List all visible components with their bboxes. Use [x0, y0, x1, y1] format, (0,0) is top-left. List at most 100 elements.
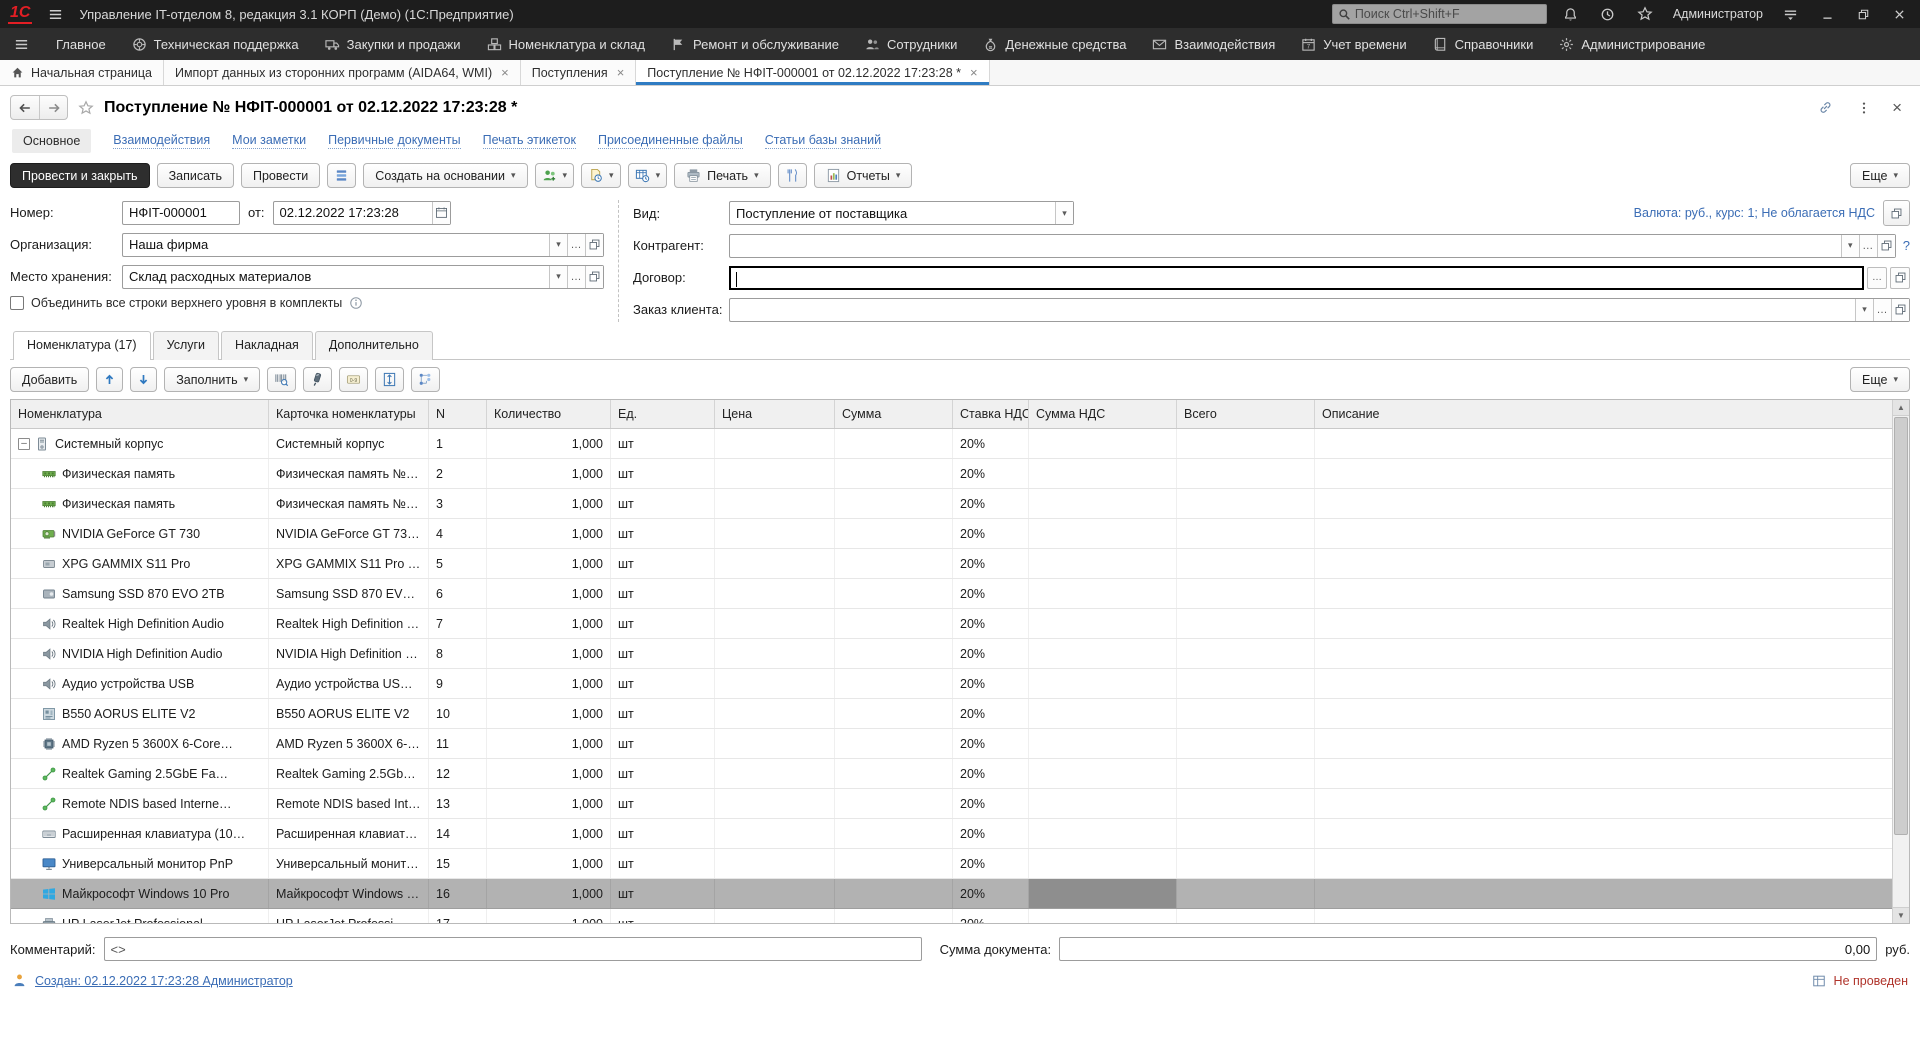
cell-5[interactable] — [715, 759, 835, 788]
column-header-8[interactable]: Ставка НДС — [953, 400, 1029, 428]
cell-nomenclature[interactable]: Физическая память — [11, 459, 269, 488]
restore-icon[interactable] — [1850, 8, 1876, 21]
menubar-item-repair-service[interactable]: Ремонт и обслуживание — [658, 28, 852, 60]
choose-icon[interactable]: … — [1859, 235, 1877, 257]
combine-kits-checkbox[interactable] — [10, 296, 24, 310]
main-menu-icon[interactable] — [42, 7, 69, 22]
cell-4[interactable]: шт — [611, 639, 715, 668]
cell-4[interactable]: шт — [611, 729, 715, 758]
cell-6[interactable] — [835, 429, 953, 458]
cell-1[interactable]: Физическая память №… — [269, 489, 429, 518]
cell-3[interactable]: 1,000 — [487, 459, 611, 488]
cell-nomenclature[interactable]: Физическая память — [11, 489, 269, 518]
cell-5[interactable] — [715, 699, 835, 728]
nav-link-notes[interactable]: Мои заметки — [232, 133, 306, 149]
cell-2[interactable]: 17 — [429, 909, 487, 924]
cell-3[interactable]: 1,000 — [487, 879, 611, 908]
cell-7[interactable]: 20% — [953, 639, 1029, 668]
scrollbar-thumb[interactable] — [1894, 417, 1908, 835]
cell-10[interactable] — [1315, 789, 1892, 818]
cell-8[interactable] — [1029, 669, 1177, 698]
table-row[interactable]: B550 AORUS ELITE V2B550 AORUS ELITE V210… — [11, 699, 1892, 729]
cell-9[interactable] — [1177, 429, 1315, 458]
cell-4[interactable]: шт — [611, 519, 715, 548]
cell-6[interactable] — [835, 849, 953, 878]
table-row[interactable]: HP LaserJet Professional…HP LaserJet Pro… — [11, 909, 1892, 924]
cell-4[interactable]: шт — [611, 909, 715, 924]
nav-link-kb-articles[interactable]: Статьи базы знаний — [765, 133, 881, 149]
cell-6[interactable] — [835, 489, 953, 518]
cell-8[interactable] — [1029, 819, 1177, 848]
nav-link-primary-docs[interactable]: Первичные документы — [328, 133, 460, 149]
cell-8[interactable] — [1029, 789, 1177, 818]
cell-5[interactable] — [715, 789, 835, 818]
cell-7[interactable]: 20% — [953, 609, 1029, 638]
cell-6[interactable] — [835, 789, 953, 818]
cell-1[interactable]: AMD Ryzen 5 3600X 6-… — [269, 729, 429, 758]
nav-link-attached-files[interactable]: Присоединенные файлы — [598, 133, 743, 149]
cell-nomenclature[interactable]: Samsung SSD 870 EVO 2TB — [11, 579, 269, 608]
menubar-item-references[interactable]: Справочники — [1420, 28, 1547, 60]
cell-9[interactable] — [1177, 759, 1315, 788]
cell-nomenclature[interactable]: B550 AORUS ELITE V2 — [11, 699, 269, 728]
cell-7[interactable]: 20% — [953, 789, 1029, 818]
cell-nomenclature[interactable]: –Системный корпус — [11, 429, 269, 458]
cell-8[interactable] — [1029, 549, 1177, 578]
cell-8[interactable] — [1029, 729, 1177, 758]
tab-home[interactable]: Начальная страница — [0, 60, 164, 85]
cell-6[interactable] — [835, 909, 953, 924]
get-link-icon[interactable] — [1811, 100, 1840, 115]
cell-10[interactable] — [1315, 909, 1892, 924]
date-input[interactable] — [274, 202, 432, 224]
cell-5[interactable] — [715, 909, 835, 924]
cell-1[interactable]: Realtek High Definition … — [269, 609, 429, 638]
tab-import-aida64[interactable]: Импорт данных из сторонних программ (AID… — [164, 60, 521, 85]
barcode-search-button[interactable] — [267, 367, 296, 392]
cell-2[interactable]: 11 — [429, 729, 487, 758]
cell-nomenclature[interactable]: Универсальный монитор PnP — [11, 849, 269, 878]
created-link[interactable]: Создан: 02.12.2022 17:23:28 Администрато… — [35, 974, 293, 988]
cell-9[interactable] — [1177, 489, 1315, 518]
table-row[interactable]: Универсальный монитор PnPУниверсальный м… — [11, 849, 1892, 879]
cell-5[interactable] — [715, 849, 835, 878]
open-icon[interactable] — [1891, 299, 1909, 321]
cell-2[interactable]: 13 — [429, 789, 487, 818]
cell-5[interactable] — [715, 729, 835, 758]
cell-4[interactable]: шт — [611, 549, 715, 578]
cell-1[interactable]: NVIDIA GeForce GT 73… — [269, 519, 429, 548]
cell-1[interactable]: Системный корпус — [269, 429, 429, 458]
cell-10[interactable] — [1315, 879, 1892, 908]
cell-4[interactable]: шт — [611, 459, 715, 488]
fill-button[interactable]: Заполнить▾ — [164, 367, 260, 392]
cell-6[interactable] — [835, 639, 953, 668]
cell-5[interactable] — [715, 489, 835, 518]
column-header-3[interactable]: N — [429, 400, 487, 428]
print-button[interactable]: Печать▾ — [674, 163, 770, 188]
calendar-picker-icon[interactable] — [432, 202, 450, 224]
cell-3[interactable]: 1,000 — [487, 849, 611, 878]
cell-1[interactable]: Расширенная клавиат… — [269, 819, 429, 848]
column-header-5[interactable]: Ед. — [611, 400, 715, 428]
cell-5[interactable] — [715, 549, 835, 578]
dropdown-icon[interactable]: ▾ — [1841, 235, 1859, 257]
cell-nomenclature[interactable]: NVIDIA GeForce GT 730 — [11, 519, 269, 548]
cell-3[interactable]: 1,000 — [487, 489, 611, 518]
help-link[interactable]: ? — [1903, 238, 1910, 253]
cell-1[interactable]: Аудио устройства US… — [269, 669, 429, 698]
column-header-9[interactable]: Сумма НДС — [1029, 400, 1177, 428]
cell-7[interactable]: 20% — [953, 669, 1029, 698]
cell-4[interactable]: шт — [611, 759, 715, 788]
cell-3[interactable]: 1,000 — [487, 609, 611, 638]
choose-icon[interactable]: … — [567, 266, 585, 288]
open-icon[interactable] — [585, 266, 603, 288]
cell-7[interactable]: 20% — [953, 849, 1029, 878]
comment-input[interactable] — [105, 938, 921, 960]
menubar-item-nomenclature-warehouse[interactable]: Номенклатура и склад — [474, 28, 658, 60]
cell-10[interactable] — [1315, 489, 1892, 518]
cell-4[interactable]: шт — [611, 429, 715, 458]
cell-10[interactable] — [1315, 669, 1892, 698]
table-row[interactable]: NVIDIA GeForce GT 730NVIDIA GeForce GT 7… — [11, 519, 1892, 549]
cell-8[interactable] — [1029, 909, 1177, 924]
sections-menu-icon[interactable] — [0, 37, 43, 52]
cell-9[interactable] — [1177, 669, 1315, 698]
